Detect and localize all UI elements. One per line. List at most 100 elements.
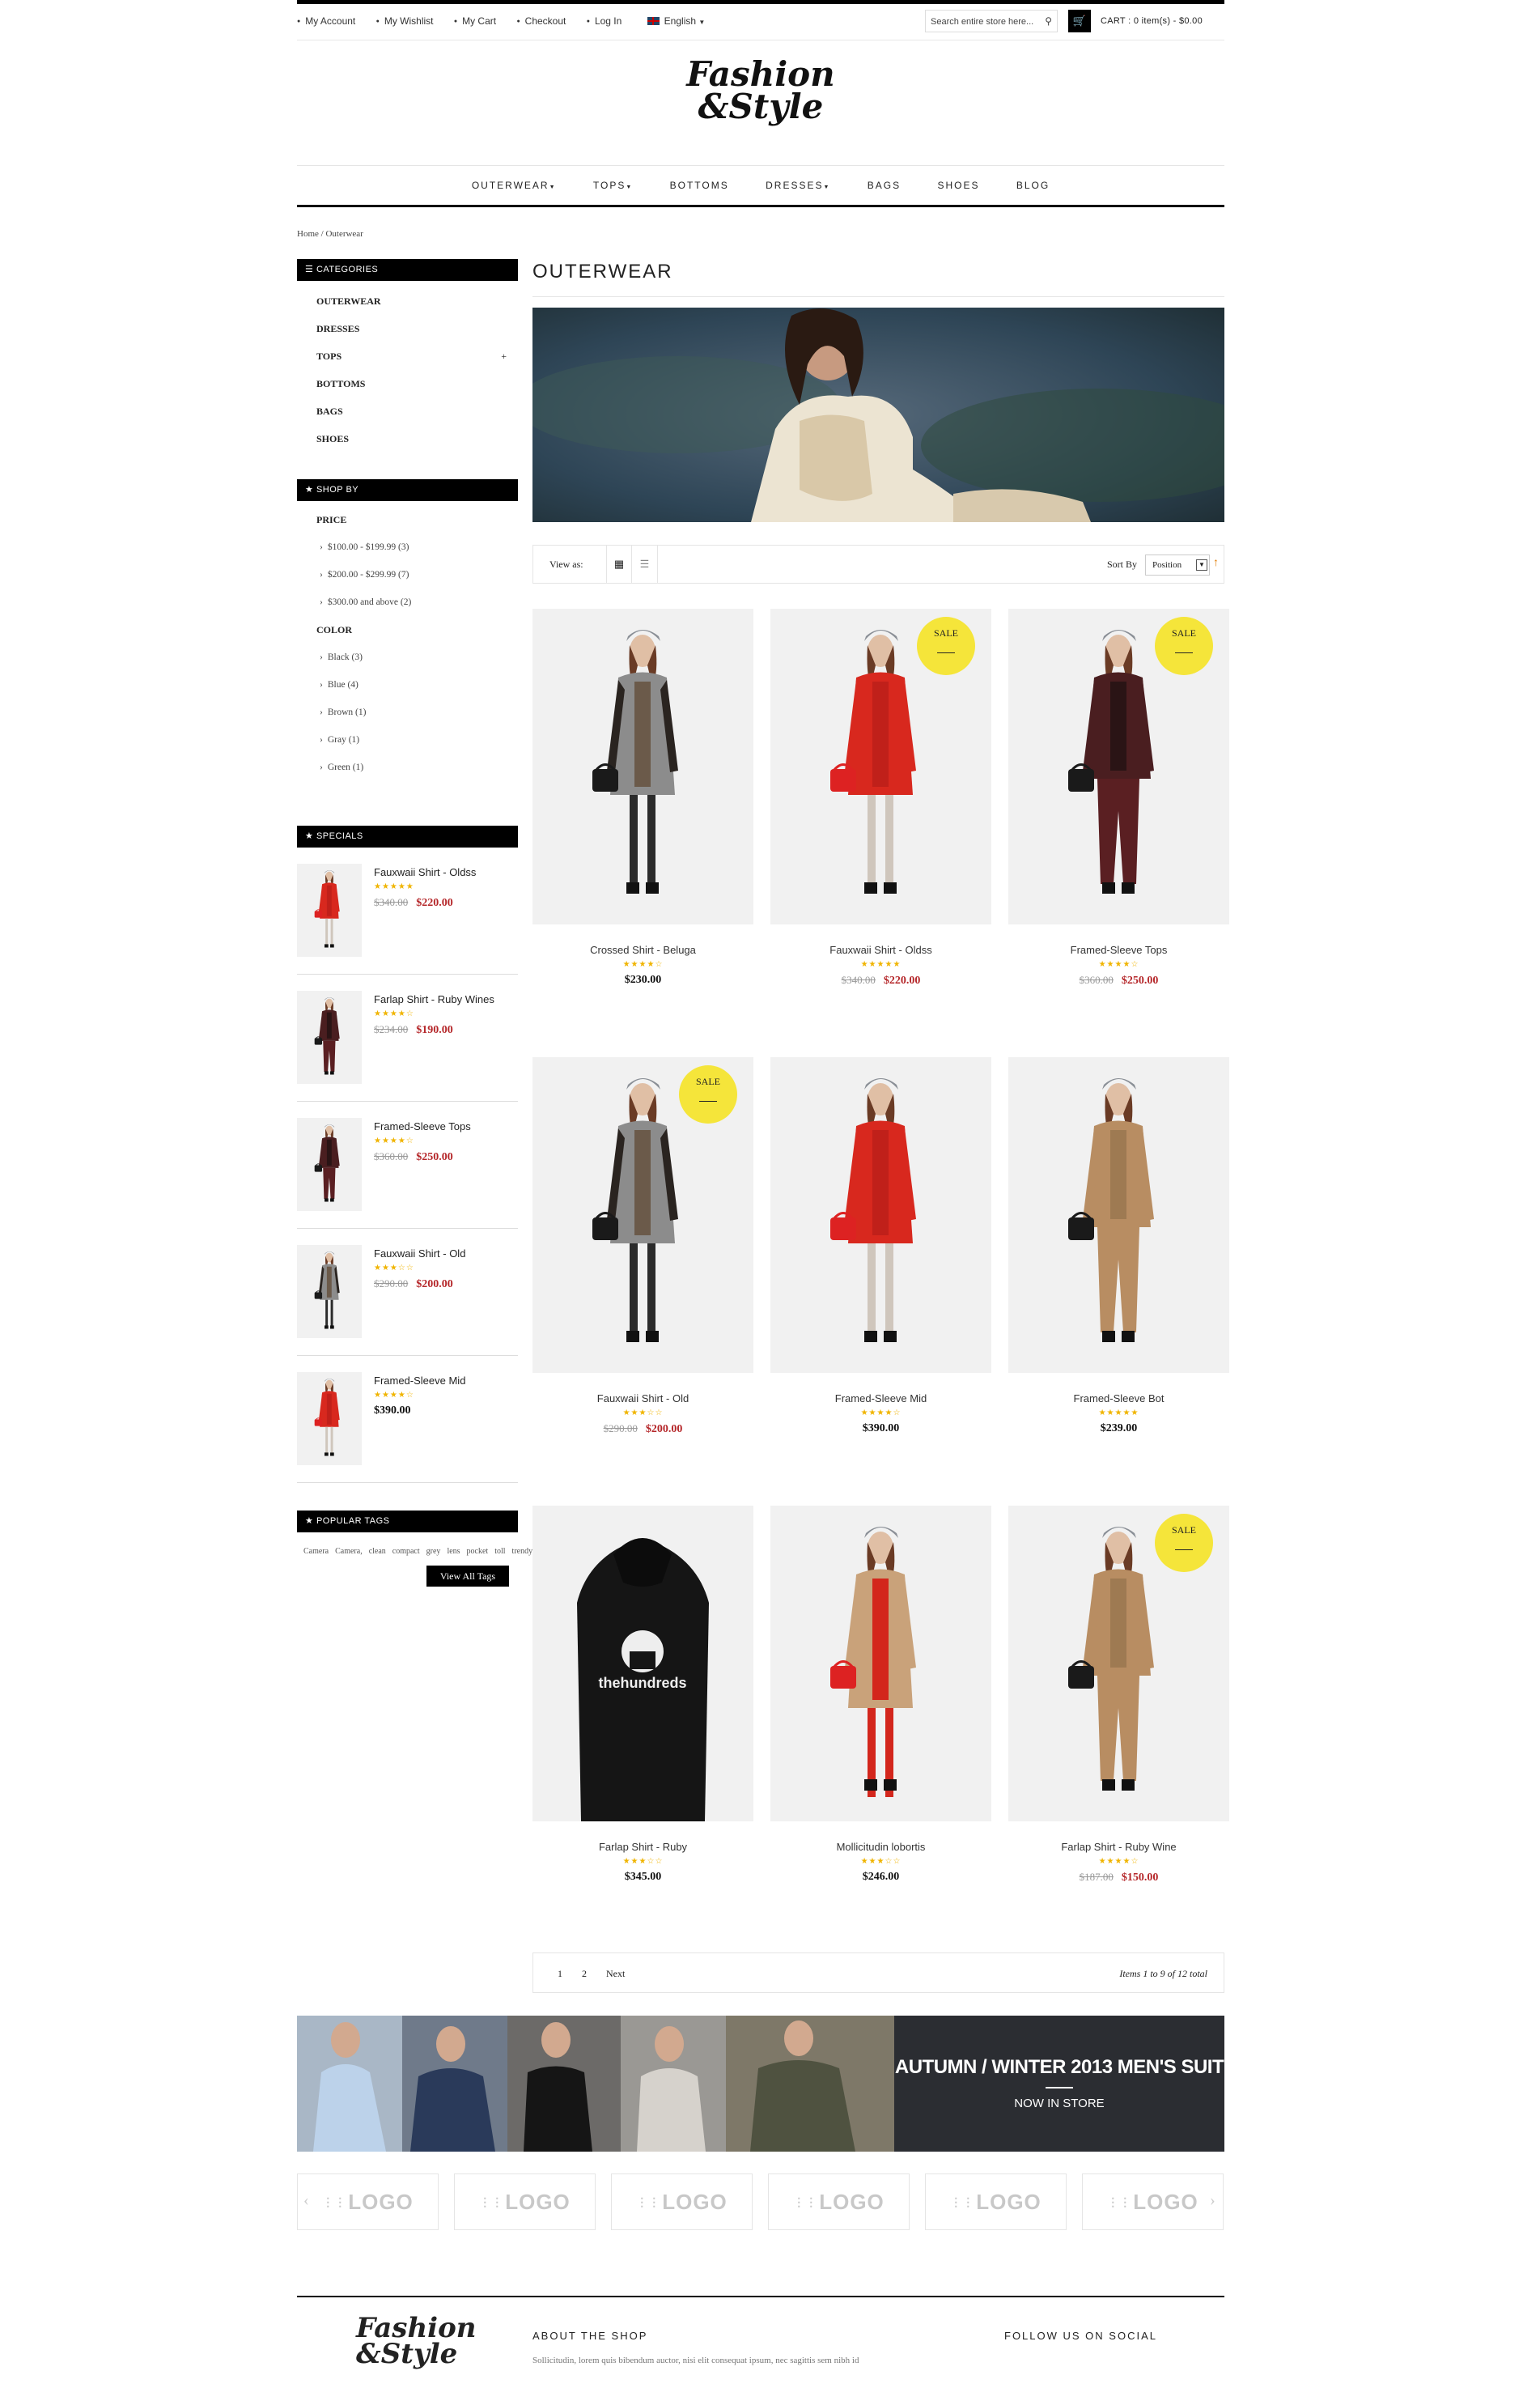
product-card[interactable]: Crossed Shirt - Beluga ★★★★☆ $230.00 (532, 609, 753, 987)
product-image[interactable] (1008, 1057, 1229, 1373)
product-name[interactable]: Crossed Shirt - Beluga (532, 944, 753, 956)
special-item[interactable]: Framed-Sleeve Mid ★★★★☆ $390.00 (297, 1356, 518, 1483)
tag-link[interactable]: pocket (467, 1547, 489, 1556)
promo-image (297, 2016, 894, 2152)
categories-title: CATEGORIES (316, 265, 379, 274)
tag-link[interactable]: clean (369, 1547, 386, 1556)
categories-block: ☰ CATEGORIES OUTERWEAR DRESSES TOPS + BOT… (297, 259, 518, 453)
product-name[interactable]: Fauxwaii Shirt - Oldss (770, 944, 991, 956)
product-name[interactable]: Framed-Sleeve Mid (770, 1392, 991, 1404)
product-name[interactable]: Farlap Shirt - Ruby Wine (1008, 1841, 1229, 1853)
price-filter-option[interactable]: $100.00 - $199.99 (3) (297, 533, 518, 561)
carousel-next-icon[interactable]: › (1210, 2191, 1215, 2210)
product-name[interactable]: Framed-Sleeve Tops (1008, 944, 1229, 956)
product-card[interactable]: Mollicitudin lobortis ★★★☆☆ $246.00 (770, 1506, 991, 1884)
brand-logo[interactable]: LOGO (297, 2173, 439, 2230)
categories-heading: ☰ CATEGORIES (297, 259, 518, 281)
current-price: $390.00 (862, 1422, 900, 1434)
nav-dresses[interactable]: DRESSES▼ (766, 166, 830, 207)
color-filter-option[interactable]: Brown (1) (297, 699, 518, 726)
special-name[interactable]: Framed-Sleeve Tops (374, 1120, 471, 1132)
breadcrumb[interactable]: Home / Outerwear (297, 229, 1224, 239)
color-filter-option[interactable]: Green (1) (297, 754, 518, 781)
page-1-link[interactable]: 1 (558, 1968, 562, 1980)
color-filter-option[interactable]: Gray (1) (297, 726, 518, 754)
product-card[interactable]: SALE Framed-Sleeve Tops ★★★★☆ $360.00 $25… (1008, 609, 1229, 988)
product-name[interactable]: Mollicitudin lobortis (770, 1841, 991, 1853)
brand-logo[interactable]: LOGO (768, 2173, 910, 2230)
brand-logo[interactable]: LOGO (454, 2173, 596, 2230)
product-name[interactable]: Farlap Shirt - Ruby (532, 1841, 753, 1853)
brand-logo[interactable]: LOGO (1082, 2173, 1224, 2230)
next-page-link[interactable]: Next (606, 1968, 625, 1980)
tag-link[interactable]: trendy (512, 1547, 533, 1556)
nav-outerwear[interactable]: OUTERWEAR▼ (472, 166, 557, 207)
color-filter-option[interactable]: Black (3) (297, 644, 518, 671)
product-image[interactable]: SALE (1008, 609, 1229, 924)
page-2-link[interactable]: 2 (582, 1968, 587, 1980)
product-image[interactable] (770, 1506, 991, 1821)
product-image[interactable]: SALE (532, 1057, 753, 1373)
color-filter-option[interactable]: Blue (4) (297, 671, 518, 699)
tag-link[interactable]: toll (494, 1547, 505, 1556)
brand-logo[interactable]: LOGO (925, 2173, 1067, 2230)
special-name[interactable]: Fauxwaii Shirt - Oldss (374, 866, 476, 878)
promo-banner[interactable]: AUTUMN / WINTER 2013 MEN'S SUIT NOW IN S… (297, 2016, 1224, 2152)
product-image[interactable]: SALE (770, 609, 991, 924)
category-bottoms[interactable]: BOTTOMS (297, 370, 518, 397)
product-image[interactable] (532, 609, 753, 924)
product-image[interactable]: thehundreds (532, 1506, 753, 1821)
category-shoes[interactable]: SHOES (297, 425, 518, 453)
product-image[interactable]: SALE (1008, 1506, 1229, 1821)
nav-bags[interactable]: BAGS (868, 166, 901, 205)
special-item[interactable]: Framed-Sleeve Tops ★★★★☆ $360.00 $250.00 (297, 1102, 518, 1229)
price-filter-option[interactable]: $300.00 and above (2) (297, 589, 518, 616)
nav-shoes[interactable]: SHOES (937, 166, 979, 205)
special-thumbnail[interactable] (297, 864, 362, 957)
sort-select[interactable]: Position ▼ (1145, 555, 1210, 576)
special-name[interactable]: Fauxwaii Shirt - Old (374, 1247, 465, 1260)
special-thumbnail[interactable] (297, 991, 362, 1084)
view-all-tags-button[interactable]: View All Tags (426, 1566, 509, 1587)
sort-direction-icon[interactable]: ↑ (1213, 557, 1219, 570)
category-outerwear[interactable]: OUTERWEAR (297, 287, 518, 315)
nav-blog[interactable]: BLOG (1016, 166, 1050, 205)
tag-link[interactable]: Camera (303, 1547, 329, 1556)
brand-logo[interactable]: LOGO (611, 2173, 753, 2230)
product-name[interactable]: Framed-Sleeve Bot (1008, 1392, 1229, 1404)
product-card[interactable]: Framed-Sleeve Bot ★★★★★ $239.00 (1008, 1057, 1229, 1435)
product-card[interactable]: SALE Fauxwaii Shirt - Oldss ★★★★★ $340.0… (770, 609, 991, 988)
special-name[interactable]: Framed-Sleeve Mid (374, 1375, 465, 1387)
special-thumbnail[interactable] (297, 1245, 362, 1338)
price-filter-option[interactable]: $200.00 - $299.99 (7) (297, 561, 518, 589)
nav-bottoms[interactable]: BOTTOMS (670, 166, 729, 205)
product-card[interactable]: Framed-Sleeve Mid ★★★★☆ $390.00 (770, 1057, 991, 1435)
product-name[interactable]: Fauxwaii Shirt - Old (532, 1392, 753, 1404)
special-thumbnail[interactable] (297, 1118, 362, 1211)
nav-dresses-label: DRESSES (766, 180, 824, 191)
grid-view-icon[interactable]: ▦ (606, 546, 632, 583)
tag-link[interactable]: grey (426, 1547, 441, 1556)
chevron-down-icon: ▼ (1196, 559, 1207, 571)
tag-link[interactable]: compact (392, 1547, 420, 1556)
product-card[interactable]: SALE Fauxwaii Shirt - Old ★★★☆☆ $290.00 $… (532, 1057, 753, 1436)
special-item[interactable]: Farlap Shirt - Ruby Wines ★★★★☆ $234.00 $… (297, 975, 518, 1102)
category-dresses[interactable]: DRESSES (297, 315, 518, 342)
nav-tops[interactable]: TOPS▼ (593, 166, 633, 207)
special-item[interactable]: Fauxwaii Shirt - Old ★★★☆☆ $290.00 $200.0… (297, 1229, 518, 1356)
expand-icon[interactable]: + (501, 342, 507, 370)
category-banner (532, 308, 1224, 522)
site-logo[interactable]: Fashion &Style (297, 57, 1224, 124)
special-thumbnail[interactable] (297, 1372, 362, 1465)
category-bags[interactable]: BAGS (297, 397, 518, 425)
list-view-icon[interactable]: ☰ (632, 546, 658, 583)
footer-logo[interactable]: Fashion &Style (356, 2314, 476, 2368)
product-image[interactable] (770, 1057, 991, 1373)
tag-link[interactable]: lens (447, 1547, 460, 1556)
product-card[interactable]: SALE Farlap Shirt - Ruby Wine ★★★★☆ $187… (1008, 1506, 1229, 1884)
category-tops[interactable]: TOPS + (297, 342, 518, 370)
product-card[interactable]: thehundreds Farlap Shirt - Ruby ★★★☆☆ $3… (532, 1506, 753, 1884)
tag-link[interactable]: Camera, (335, 1547, 363, 1556)
special-item[interactable]: Fauxwaii Shirt - Oldss ★★★★★ $340.00 $220… (297, 848, 518, 975)
special-name[interactable]: Farlap Shirt - Ruby Wines (374, 993, 494, 1005)
